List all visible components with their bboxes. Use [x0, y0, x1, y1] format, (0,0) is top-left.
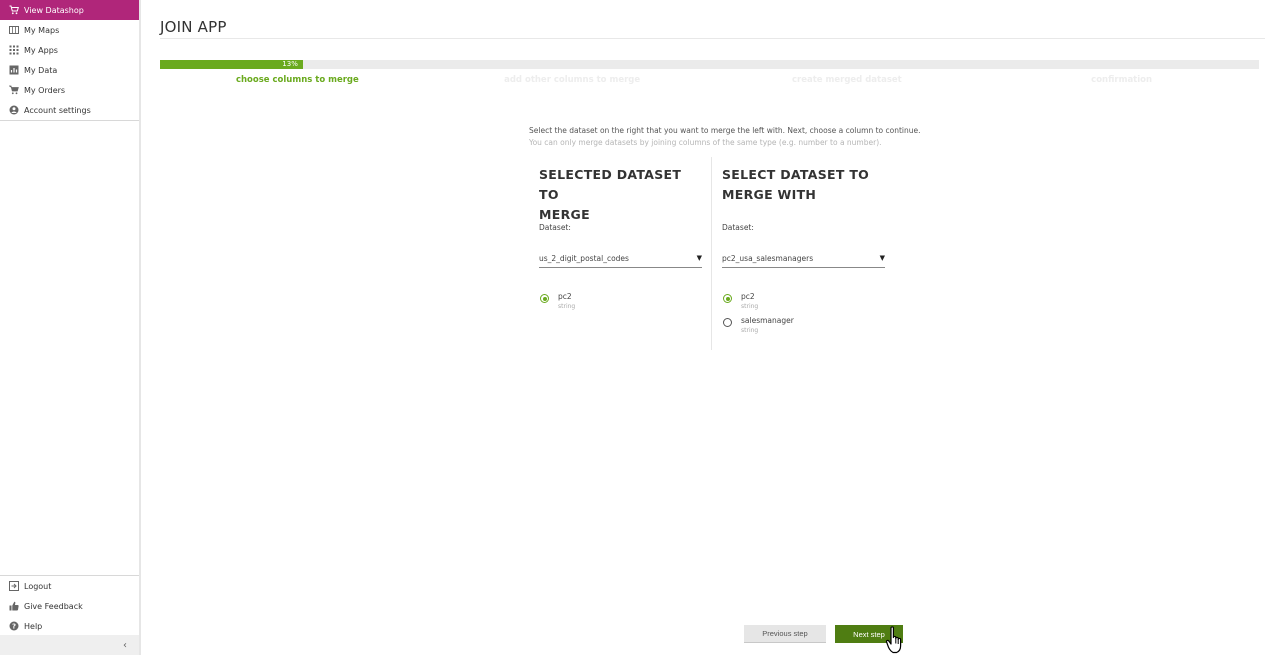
thumbs-up-icon: [9, 601, 19, 611]
sidebar-item-label: View Datashop: [24, 5, 84, 15]
chart-icon: [9, 65, 19, 75]
help-icon: ?: [9, 621, 19, 631]
heading-line: SELECT DATASET TO: [722, 167, 870, 182]
intro-instruction: Select the dataset on the right that you…: [529, 126, 921, 135]
heading-line: SELECTED DATASET TO: [539, 167, 682, 202]
sidebar-item-my-maps[interactable]: My Maps: [0, 20, 139, 40]
right-column-option[interactable]: pc2 string: [723, 292, 758, 311]
progress-bar: 13%: [160, 60, 1259, 69]
column-name: pc2: [741, 292, 755, 301]
step-confirmation: confirmation: [1091, 75, 1153, 85]
hand-cursor-icon: [885, 625, 911, 659]
column-type: string: [741, 327, 759, 334]
right-dataset-label: Dataset:: [722, 223, 754, 232]
sidebar-edge: [139, 0, 141, 655]
column-name: pc2: [558, 292, 572, 301]
column-info: pc2 string: [558, 292, 575, 311]
right-column-option[interactable]: salesmanager string: [723, 316, 794, 335]
column-info: salesmanager string: [741, 316, 794, 335]
left-dataset-select[interactable]: us_2_digit_postal_codes ▼: [539, 249, 702, 268]
cart-icon: [9, 85, 19, 95]
sidebar-item-label: My Orders: [24, 85, 66, 95]
sidebar-item-label: Account settings: [24, 105, 91, 115]
left-dataset-value: us_2_digit_postal_codes: [539, 253, 629, 263]
sidebar-item-help[interactable]: ? Help: [0, 616, 139, 636]
sidebar-item-account-settings[interactable]: Account settings: [0, 100, 139, 120]
sidebar-nav: View Datashop My Maps My Apps My Data My…: [0, 0, 139, 121]
column-type: string: [558, 303, 576, 310]
step-add-other-columns: add other columns to merge: [504, 75, 641, 85]
title-divider: [160, 38, 1265, 39]
map-icon: [9, 25, 19, 35]
cart-icon: [9, 5, 19, 15]
left-column-option[interactable]: pc2 string: [540, 292, 575, 311]
sidebar-item-label: Give Feedback: [24, 601, 83, 611]
sidebar-item-logout[interactable]: Logout: [0, 576, 139, 596]
previous-step-button[interactable]: Previous step: [744, 625, 826, 643]
intro-text: Select the dataset on the right that you…: [529, 125, 921, 149]
page-title: JOIN APP: [160, 18, 227, 36]
heading-line: MERGE: [539, 207, 590, 222]
right-dataset-select[interactable]: pc2_usa_salesmanagers ▼: [722, 249, 885, 268]
svg-text:?: ?: [12, 623, 16, 631]
radio-button[interactable]: [540, 294, 549, 303]
column-name: salesmanager: [741, 316, 794, 325]
sidebar-collapse-button[interactable]: ‹: [0, 635, 139, 655]
chevron-left-icon: ‹: [123, 639, 127, 651]
sidebar-bottom-nav: Logout Give Feedback ? Help: [0, 575, 139, 636]
merge-with-heading: SELECT DATASET TO MERGE WITH: [722, 165, 885, 205]
sidebar-item-give-feedback[interactable]: Give Feedback: [0, 596, 139, 616]
merge-with-panel: SELECT DATASET TO MERGE WITH: [722, 165, 885, 205]
wizard-steps: choose columns to merge add other column…: [160, 75, 1259, 85]
panel-divider: [711, 157, 712, 350]
column-info: pc2 string: [741, 292, 758, 311]
sidebar-item-label: My Data: [24, 65, 58, 75]
step-create-merged-dataset: create merged dataset: [792, 75, 902, 85]
caret-down-icon: ▼: [879, 254, 885, 262]
sidebar: View Datashop My Maps My Apps My Data My…: [0, 0, 140, 655]
progress-label: 13%: [282, 60, 298, 68]
sidebar-item-label: Logout: [24, 581, 52, 591]
heading-line: MERGE WITH: [722, 187, 817, 202]
radio-button[interactable]: [723, 318, 732, 327]
intro-hint: You can only merge datasets by joining c…: [529, 138, 882, 147]
sidebar-item-label: My Maps: [24, 25, 60, 35]
left-dataset-label: Dataset:: [539, 223, 571, 232]
column-type: string: [741, 303, 759, 310]
selected-dataset-heading: SELECTED DATASET TO MERGE: [539, 165, 702, 225]
radio-button[interactable]: [723, 294, 732, 303]
sidebar-item-label: Help: [24, 621, 43, 631]
sidebar-item-my-orders[interactable]: My Orders: [0, 80, 139, 100]
sidebar-item-my-apps[interactable]: My Apps: [0, 40, 139, 60]
selected-dataset-panel: SELECTED DATASET TO MERGE: [539, 165, 702, 225]
caret-down-icon: ▼: [696, 254, 702, 262]
sidebar-item-my-data[interactable]: My Data: [0, 60, 139, 80]
sidebar-item-label: My Apps: [24, 45, 58, 55]
user-icon: [9, 105, 19, 115]
progress-fill: 13%: [160, 60, 303, 69]
sidebar-item-view-datashop[interactable]: View Datashop: [0, 0, 139, 20]
step-choose-columns: choose columns to merge: [235, 75, 359, 85]
logout-icon: [9, 581, 19, 591]
right-dataset-value: pc2_usa_salesmanagers: [722, 253, 814, 263]
grid-icon: [9, 45, 19, 55]
